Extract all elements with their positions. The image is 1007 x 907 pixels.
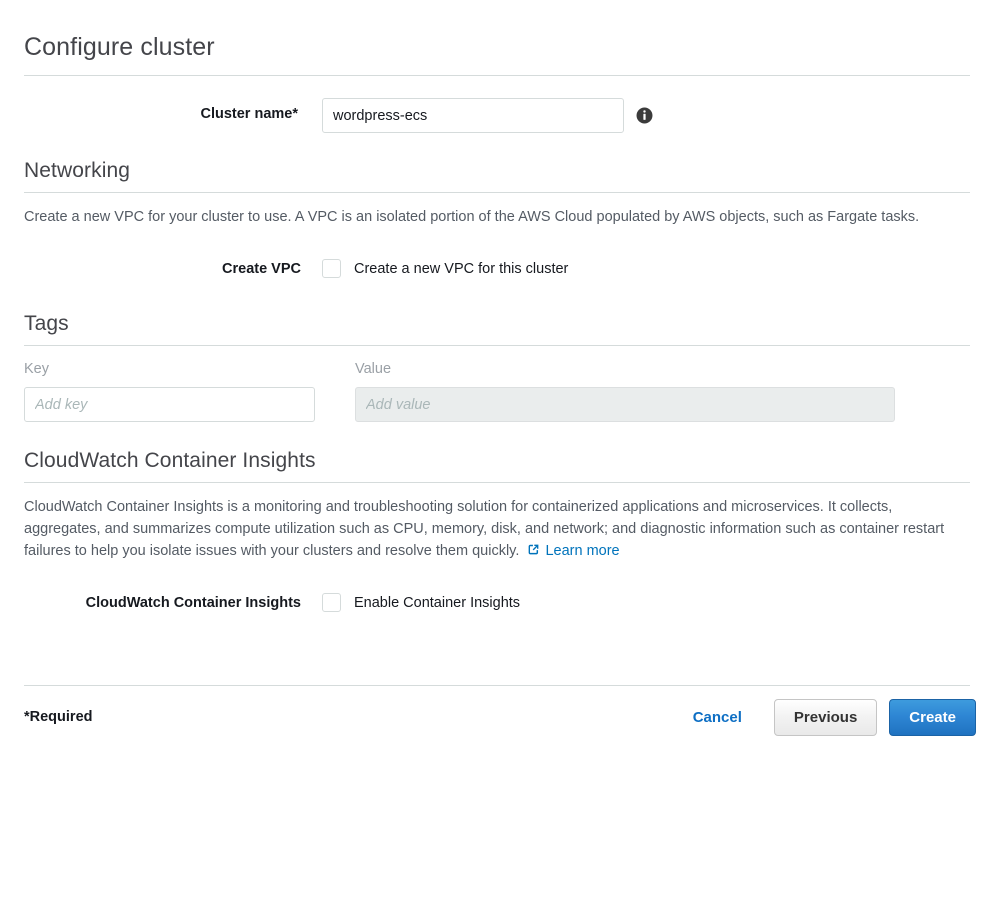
configure-cluster-page: Configure cluster Cluster name* Networki… — [0, 0, 1007, 907]
tags-key-header: Key — [24, 361, 49, 377]
tag-value-input[interactable] — [355, 387, 895, 422]
cluster-name-row: Cluster name* — [0, 98, 1007, 133]
container-insights-checkbox-text: Enable Container Insights — [354, 594, 521, 611]
container-insights-label: CloudWatch Container Insights — [85, 594, 301, 611]
tags-key-column: Key — [24, 361, 355, 422]
footer-actions: *Required Cancel Previous Create — [0, 686, 1007, 748]
create-vpc-checkbox[interactable] — [322, 259, 341, 278]
required-note: *Required — [24, 709, 93, 725]
container-insights-heading: CloudWatch Container Insights — [24, 449, 316, 472]
tags-value-column: Value — [355, 361, 895, 422]
container-insights-row: CloudWatch Container Insights Enable Con… — [0, 593, 1007, 612]
container-insights-description: CloudWatch Container Insights is a monit… — [0, 483, 1007, 562]
page-title: Configure cluster — [24, 33, 215, 61]
cancel-button[interactable]: Cancel — [693, 709, 742, 726]
tags-heading: Tags — [24, 312, 69, 335]
create-button[interactable]: Create — [889, 698, 976, 736]
external-link-icon — [529, 544, 539, 555]
networking-heading: Networking — [24, 159, 131, 182]
create-vpc-label: Create VPC — [222, 260, 301, 277]
tag-key-input[interactable] — [24, 387, 315, 422]
cluster-name-label: Cluster name* — [200, 106, 298, 122]
create-vpc-row: Create VPC Create a new VPC for this clu… — [0, 259, 1007, 278]
tags-grid: Key Value — [0, 361, 1007, 422]
learn-more-link[interactable]: Learn more — [527, 543, 620, 559]
info-icon[interactable] — [636, 107, 653, 124]
cluster-name-input[interactable] — [322, 98, 624, 133]
create-vpc-checkbox-text: Create a new VPC for this cluster — [354, 260, 569, 277]
container-insights-description-text: CloudWatch Container Insights is a monit… — [24, 499, 945, 559]
previous-button[interactable]: Previous — [773, 698, 878, 736]
tags-value-header: Value — [355, 361, 392, 377]
networking-description: Create a new VPC for your cluster to use… — [24, 209, 920, 225]
learn-more-label: Learn more — [545, 543, 620, 559]
container-insights-checkbox[interactable] — [322, 593, 341, 612]
